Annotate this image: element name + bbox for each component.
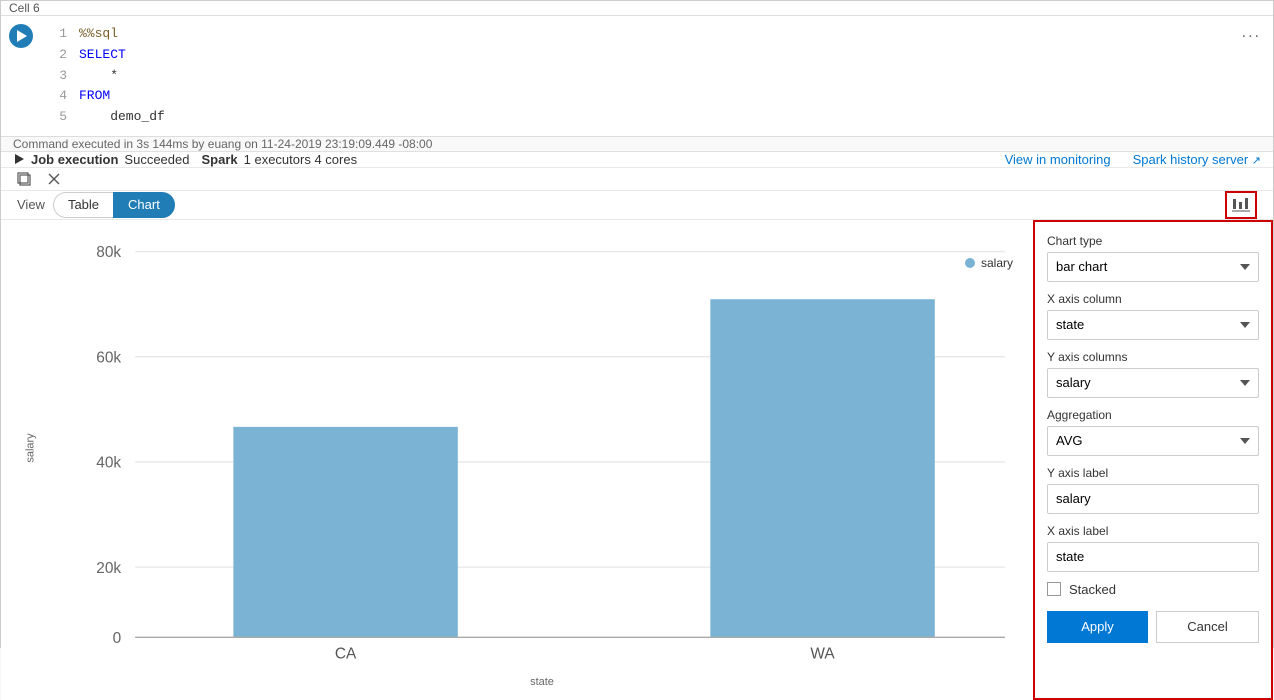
code-line-1: %%sql	[79, 26, 118, 41]
svg-text:80k: 80k	[96, 244, 121, 261]
job-bar: Job execution Succeeded Spark 1 executor…	[1, 152, 1273, 168]
chart-type-section: Chart type bar chart line chart scatter …	[1047, 234, 1259, 282]
stacked-checkbox[interactable]	[1047, 582, 1061, 596]
run-button[interactable]	[9, 24, 33, 48]
ellipsis-icon: ...	[1242, 24, 1261, 41]
copy-button[interactable]	[13, 168, 35, 190]
code-line-2: SELECT	[79, 47, 126, 62]
job-execution-label: Job execution	[31, 152, 118, 167]
job-status: Succeeded	[124, 152, 189, 167]
table-tab[interactable]: Table	[53, 192, 113, 218]
apply-button[interactable]: Apply	[1047, 611, 1148, 643]
panel-actions: Apply Cancel	[1047, 611, 1259, 643]
y-axis-columns-section: Y axis columns salary state	[1047, 350, 1259, 398]
spark-label: Spark	[201, 152, 237, 167]
more-options-btn[interactable]: ...	[1242, 24, 1261, 42]
execution-bar: Command executed in 3s 144ms by euang on…	[1, 137, 1273, 152]
svg-text:20k: 20k	[96, 560, 121, 577]
svg-text:0: 0	[113, 630, 122, 647]
chart-inner: salary state salary 80k 60k 40k	[51, 236, 1033, 660]
x-label-field-label: X axis label	[1047, 524, 1259, 538]
chart-container: salary state salary 80k 60k 40k	[1, 220, 1033, 700]
spark-executors: 1 executors 4 cores	[244, 152, 357, 167]
chart-type-label: Chart type	[1047, 234, 1259, 248]
play-icon	[17, 30, 27, 42]
y-axis-label-input[interactable]	[1047, 484, 1259, 514]
chart-area: salary state salary 80k 60k 40k	[1, 220, 1273, 700]
icon-bar	[1, 168, 1273, 191]
line-numbers: 12345	[41, 16, 71, 136]
svg-text:60k: 60k	[96, 349, 121, 366]
chart-settings-button[interactable]	[1225, 191, 1257, 219]
x-axis-column-label: X axis column	[1047, 292, 1259, 306]
view-controls: View Table Chart	[1, 191, 1273, 220]
notebook-window: Cell 6 12345 %%sql SELECT * FROM demo_df…	[0, 0, 1274, 648]
cancel-button[interactable]: Cancel	[1156, 611, 1259, 643]
bar-chart-svg: 80k 60k 40k 20k 0 CA WA	[51, 236, 1033, 660]
code-line-4: FROM	[79, 88, 110, 103]
y-axis-columns-select[interactable]: salary state	[1047, 368, 1259, 398]
chart-settings-icon	[1232, 197, 1250, 213]
external-link-icon: ↗	[1252, 155, 1261, 167]
spark-history-link[interactable]: Spark history server ↗	[1133, 152, 1261, 167]
aggregation-select[interactable]: AVG SUM COUNT MIN MAX	[1047, 426, 1259, 456]
y-axis-label: salary	[25, 433, 37, 462]
code-area: 12345 %%sql SELECT * FROM demo_df ...	[1, 16, 1273, 137]
y-axis-label-section: Y axis label	[1047, 466, 1259, 514]
bar-wa	[710, 299, 934, 637]
svg-text:40k: 40k	[96, 455, 121, 472]
bar-ca	[233, 427, 457, 637]
chart-panel: Chart type bar chart line chart scatter …	[1033, 220, 1273, 700]
x-axis-label-section: X axis label	[1047, 524, 1259, 572]
legend-color-dot	[965, 258, 975, 268]
cell-title: Cell 6	[9, 1, 40, 15]
clear-button[interactable]	[43, 168, 65, 190]
chart-legend: salary	[965, 256, 1013, 270]
chart-tab[interactable]: Chart	[113, 192, 175, 218]
x-axis-column-select[interactable]: state salary	[1047, 310, 1259, 340]
x-axis-label: state	[530, 676, 554, 688]
exec-status-text: Command executed in 3s 144ms by euang on…	[13, 137, 432, 151]
y-axis-columns-label: Y axis columns	[1047, 350, 1259, 364]
y-label-field-label: Y axis label	[1047, 466, 1259, 480]
play-triangle-icon	[15, 154, 24, 164]
chart-type-select[interactable]: bar chart line chart scatter chart area …	[1047, 252, 1259, 282]
stacked-row: Stacked	[1047, 582, 1259, 597]
title-bar: Cell 6	[1, 1, 1273, 16]
aggregation-label: Aggregation	[1047, 408, 1259, 422]
job-play-icon	[13, 153, 25, 165]
tab-group: Table Chart	[53, 192, 175, 218]
code-editor[interactable]: %%sql SELECT * FROM demo_df	[71, 16, 1273, 136]
x-axis-column-section: X axis column state salary	[1047, 292, 1259, 340]
aggregation-section: Aggregation AVG SUM COUNT MIN MAX	[1047, 408, 1259, 456]
clear-icon	[46, 171, 62, 187]
view-label: View	[17, 197, 45, 212]
code-line-5: demo_df	[79, 109, 165, 124]
legend-label: salary	[981, 256, 1013, 270]
stacked-label: Stacked	[1069, 582, 1116, 597]
copy-icon	[16, 171, 32, 187]
view-monitoring-link[interactable]: View in monitoring	[1005, 152, 1111, 167]
x-axis-label-input[interactable]	[1047, 542, 1259, 572]
code-line-3: *	[79, 68, 118, 83]
